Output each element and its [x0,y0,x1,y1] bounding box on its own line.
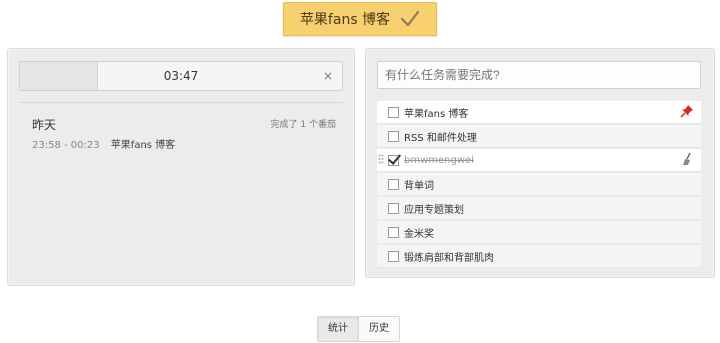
checkmark-icon [400,10,420,27]
task-checkbox[interactable] [388,250,399,262]
task-label: 背单词 [404,180,434,192]
pomodoro-timer: 03:47 × [19,61,343,91]
broom-icon[interactable] [681,152,693,166]
task-item[interactable]: 背单词 [377,173,701,196]
new-task-input[interactable] [377,61,701,89]
task-label: RSS 和邮件处理 [404,132,477,144]
tab-history[interactable]: 历史 [358,317,399,341]
log-time-range: 23:58 - 00:23 [32,140,100,151]
pin-icon[interactable] [680,104,694,118]
divider [19,102,343,103]
log-entry: 23:58 - 00:23 苹果fans 博客 [32,136,175,151]
task-label: 苹果fans 博客 [404,108,469,120]
timer-panel: 03:47 × 昨天 完成了 1 个番茄 23:58 - 00:23 苹果fan… [7,48,355,286]
task-label: 应用专题策划 [404,204,464,216]
tab-stats[interactable]: 统计 [318,317,358,341]
task-checkbox[interactable] [388,154,399,166]
close-icon[interactable]: × [323,62,333,90]
day-label: 昨天 [32,118,57,132]
task-checkbox[interactable] [388,106,399,118]
drag-handle-icon[interactable] [378,154,384,166]
task-checkbox[interactable] [388,202,399,214]
task-item[interactable]: 苹果fans 博客 [377,101,701,124]
task-item[interactable]: bmwmengwei [377,149,701,172]
task-checkbox[interactable] [388,130,399,142]
log-title: 苹果fans 博客 [110,140,176,151]
task-checkbox[interactable] [388,178,399,190]
app-title-badge: 苹果fans 博客 [283,2,437,36]
task-list: 苹果fans 博客 RSS 和邮件处理 bmwmengwei 背单词 应用专题策… [377,101,701,269]
task-item[interactable]: 应用专题策划 [377,197,701,220]
task-item[interactable]: 锻炼肩部和背部肌肉 [377,245,701,268]
task-checkbox[interactable] [388,226,399,238]
day-summary: 完成了 1 个番茄 [270,120,336,130]
task-item[interactable]: 金米奖 [377,221,701,244]
task-label: 锻炼肩部和背部肌肉 [404,252,494,264]
task-label: bmwmengwei [404,154,474,166]
task-item[interactable]: RSS 和邮件处理 [377,125,701,148]
task-label: 金米奖 [404,228,434,240]
timer-display: 03:47 [163,69,199,83]
bottom-tabs: 统计 历史 [317,316,400,342]
app-title: 苹果fans 博客 [299,12,391,28]
tasks-panel: 苹果fans 博客 RSS 和邮件处理 bmwmengwei [365,48,715,278]
